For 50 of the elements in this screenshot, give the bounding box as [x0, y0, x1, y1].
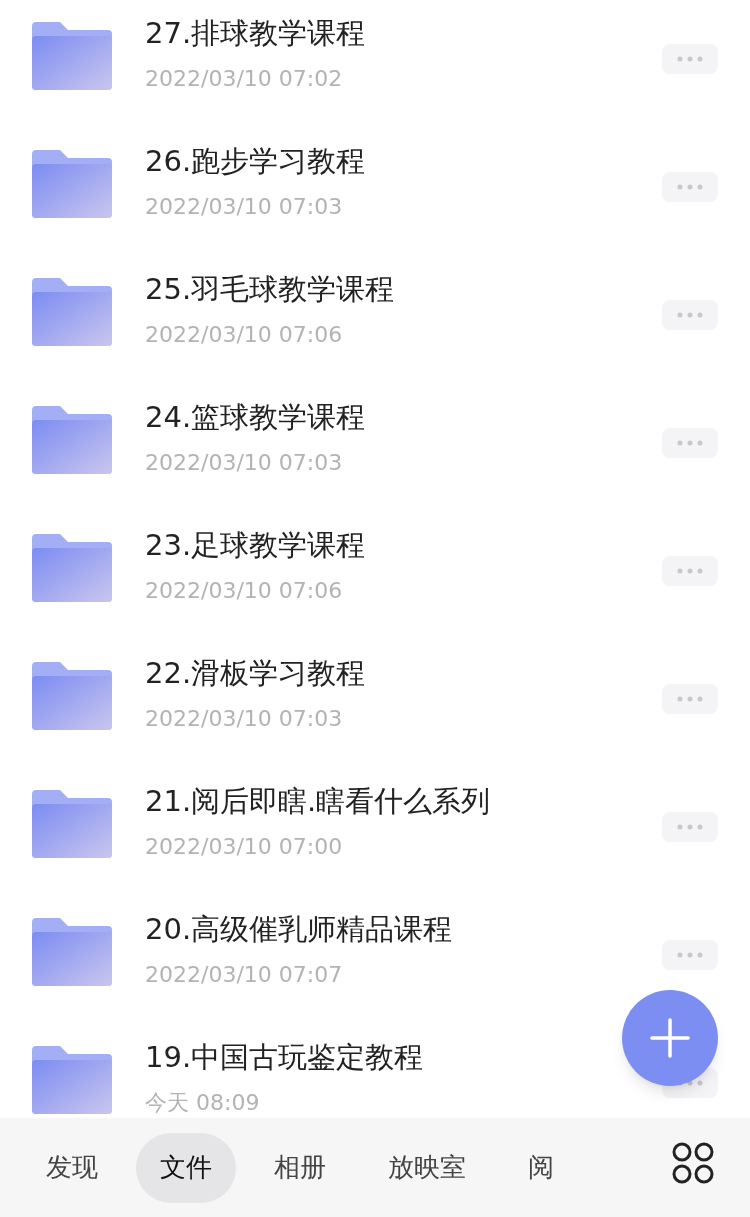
folder-icon [32, 150, 112, 218]
grid-icon [672, 1142, 714, 1184]
more-button[interactable] [662, 172, 718, 202]
modified-date: 2022/03/10 07:03 [145, 193, 344, 221]
more-icon [677, 824, 703, 830]
modified-date: 2022/03/10 07:06 [145, 577, 344, 605]
more-button[interactable] [662, 44, 718, 74]
more-icon [677, 952, 703, 958]
more-button[interactable] [662, 684, 718, 714]
modified-date: 2022/03/10 07:03 [145, 705, 344, 733]
tab[interactable]: 文件 [136, 1132, 236, 1203]
folder-icon [32, 790, 112, 858]
folder-name: 21.阅后即瞎.瞎看什么系列 [145, 784, 492, 818]
folder-icon [32, 918, 112, 986]
more-button[interactable] [662, 556, 718, 586]
folder-name: 20.高级催乳师精品课程 [145, 912, 454, 946]
modified-date: 2022/03/10 07:02 [145, 65, 344, 93]
more-button[interactable] [662, 300, 718, 330]
modified-date: 今天 08:09 [145, 1089, 261, 1117]
folder-name: 26.跑步学习教程 [145, 144, 367, 178]
folder-name: 19.中国古玩鉴定教程 [145, 1040, 425, 1074]
more-icon [677, 312, 703, 318]
folder-name: 24.篮球教学课程 [145, 400, 367, 434]
folder-name: 23.足球教学课程 [145, 528, 367, 562]
modified-date: 2022/03/10 07:06 [145, 321, 344, 349]
more-icon [677, 56, 703, 62]
folder-icon [32, 1046, 112, 1114]
tab[interactable]: 阅 [504, 1132, 578, 1203]
folder-icon [32, 662, 112, 730]
folder-name: 27.排球教学课程 [145, 16, 367, 50]
more-icon [677, 568, 703, 574]
more-icon [677, 440, 703, 446]
more-icon [677, 184, 703, 190]
tab[interactable]: 相册 [250, 1132, 350, 1203]
folder-name: 25.羽毛球教学课程 [145, 272, 396, 306]
modified-date: 2022/03/10 07:07 [145, 961, 344, 989]
folder-icon [32, 534, 112, 602]
modified-date: 2022/03/10 07:03 [145, 449, 344, 477]
plus-icon [650, 1018, 690, 1058]
more-button[interactable] [662, 940, 718, 970]
folder-icon [32, 278, 112, 346]
more-button[interactable] [662, 812, 718, 842]
more-icon [677, 696, 703, 702]
tab[interactable]: 发现 [22, 1132, 122, 1203]
modified-date: 2022/03/10 07:00 [145, 833, 344, 861]
folder-name: 22.滑板学习教程 [145, 656, 367, 690]
folder-icon [32, 406, 112, 474]
tab[interactable]: 放映室 [364, 1132, 490, 1203]
folder-icon [32, 22, 112, 90]
more-button[interactable] [662, 428, 718, 458]
